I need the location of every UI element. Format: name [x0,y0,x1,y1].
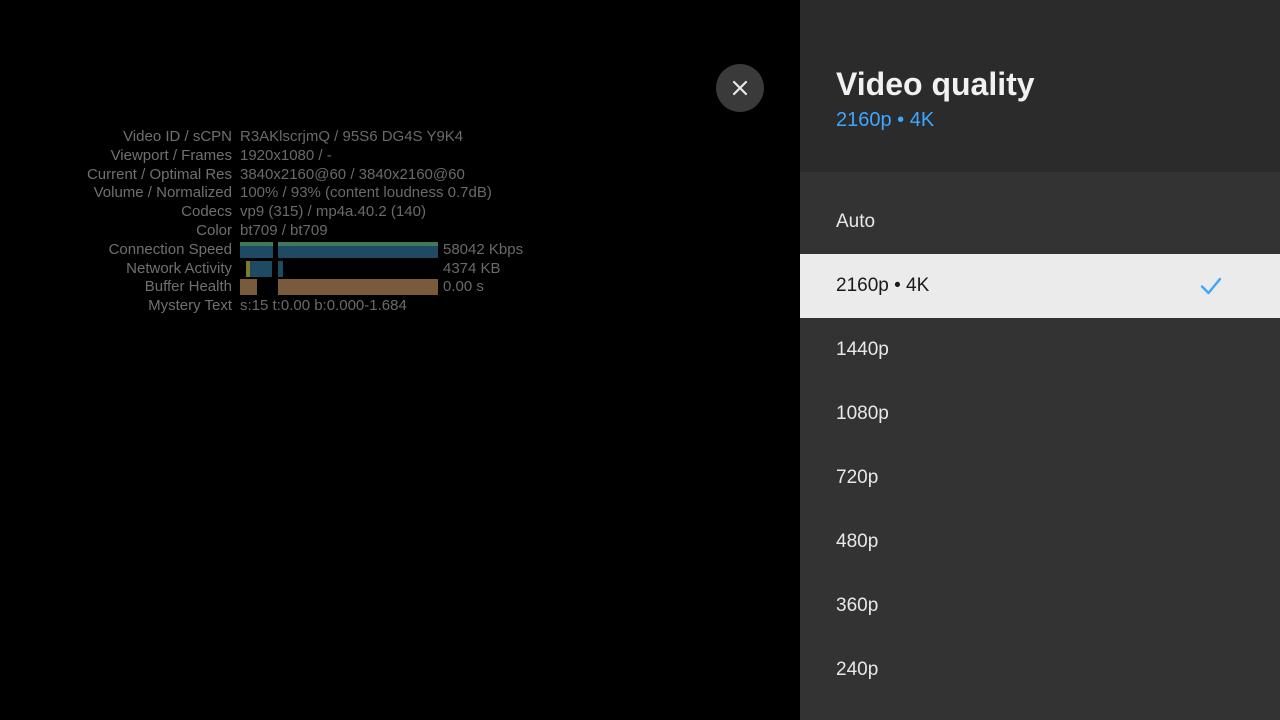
stat-row-mystery-text: Mystery Text s:15 t:0.00 b:0.000-1.684 [60,297,580,316]
stat-label: Color [196,221,232,239]
stat-value: vp9 (315) / mp4a.40.2 (140) [240,203,426,221]
current-quality-subtitle: 2160p • 4K [836,109,935,131]
stat-value: bt709 / bt709 [240,221,328,239]
quality-option-2160p[interactable]: 2160p • 4K [800,254,1280,318]
stat-row-color: Color bt709 / bt709 [60,222,580,241]
buffer-health-value: 0.00 s [443,278,484,296]
quality-option-720p[interactable]: 720p [800,446,1280,510]
quality-option-auto[interactable]: Auto [800,190,1280,254]
stat-row-connection-speed: Connection Speed 58042 Kbps [60,241,580,260]
network-activity-value: 4374 KB [443,259,501,277]
stat-row-viewport: Viewport / Frames 1920x1080 / - [60,147,580,166]
stat-row-video-id: Video ID / sCPN R3AKlscrjmQ / 95S6 DG4S … [60,128,580,147]
option-label: 1080p [836,403,889,424]
option-label: 2160p • 4K [836,275,930,296]
stat-value: 1920x1080 / - [240,146,332,164]
buffer-bar-segment [278,279,438,296]
quality-option-360p[interactable]: 360p [800,574,1280,638]
stat-label: Current / Optimal Res [86,165,232,183]
stat-label: Viewport / Frames [110,146,232,164]
stat-label: Codecs [181,203,232,221]
option-label: 360p [836,595,879,616]
quality-option-1080p[interactable]: 1080p [800,382,1280,446]
stat-label: Video ID / sCPN [123,128,232,145]
quality-option-480p[interactable]: 480p [800,510,1280,574]
panel-title: Video quality [836,66,1035,102]
close-stats-button[interactable] [716,64,764,112]
stat-label: Connection Speed [108,240,232,258]
buffer-health-graph [240,279,438,296]
quality-option-1440p[interactable]: 1440p [800,318,1280,382]
speed-bar-top [278,241,438,246]
connection-speed-value: 58042 Kbps [443,240,524,258]
stat-row-volume: Volume / Normalized 100% / 93% (content … [60,184,580,203]
option-label: 1440p [836,339,889,360]
option-label: Auto [836,211,876,232]
network-bar-segment [278,260,283,277]
buffer-bar-segment [240,279,257,296]
speed-bar-top [240,241,273,246]
stat-label: Buffer Health [144,278,232,296]
video-quality-panel: Video quality 2160p • 4K Auto 2160p • 4K… [800,0,1280,720]
quality-option-240p[interactable]: 240p [800,638,1280,702]
video-player-stage: Video ID / sCPN R3AKlscrjmQ / 95S6 DG4S … [0,0,1280,720]
stat-label: Mystery Text [148,297,232,315]
close-icon [732,80,748,96]
quality-options-list: Auto 2160p • 4K 1440p 1080p 720p 480p 36… [800,172,1280,720]
connection-speed-graph [240,241,438,258]
option-label: 480p [836,531,879,552]
checkmark-icon [1200,277,1222,295]
stat-row-network-activity: Network Activity 4374 KB [60,260,580,279]
stat-value: s:15 t:0.00 b:0.000-1.684 [240,297,407,315]
stat-label: Volume / Normalized [93,184,232,202]
stat-label: Network Activity [126,259,232,277]
option-label: 240p [836,659,879,680]
stat-value: R3AKlscrjmQ / 95S6 DG4S Y9K4 [240,128,464,145]
network-activity-graph [240,260,438,277]
network-bar-segment [250,260,272,277]
option-label: 720p [836,467,879,488]
panel-header: Video quality 2160p • 4K [800,0,1280,172]
stat-value: 3840x2160@60 / 3840x2160@60 [240,165,465,183]
stat-row-buffer-health: Buffer Health 0.00 s [60,278,580,297]
stat-row-resolution: Current / Optimal Res 3840x2160@60 / 384… [60,166,580,185]
stat-row-codecs: Codecs vp9 (315) / mp4a.40.2 (140) [60,203,580,222]
stats-for-nerds: Video ID / sCPN R3AKlscrjmQ / 95S6 DG4S … [60,128,580,316]
stat-value: 100% / 93% (content loudness 0.7dB) [240,184,492,202]
